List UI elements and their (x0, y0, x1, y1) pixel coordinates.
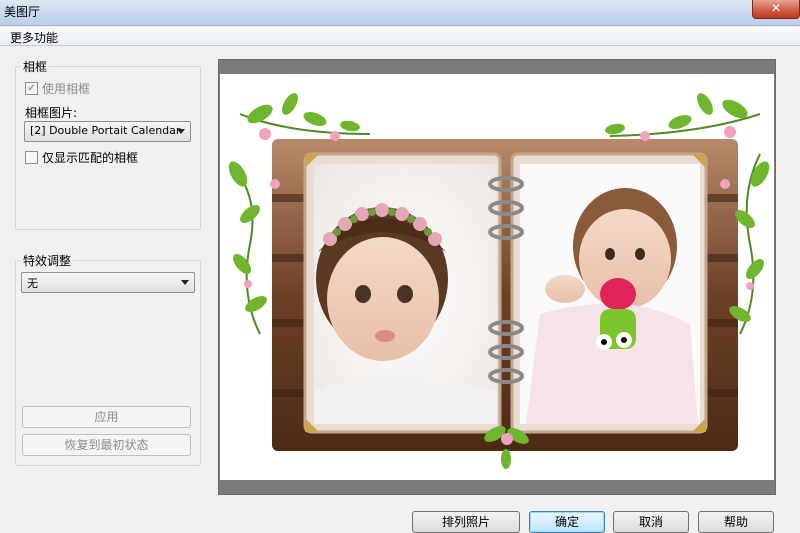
window-title: 美图厅 (4, 5, 41, 19)
effect-select[interactable]: 无 (21, 272, 195, 293)
frame-image-value: [2] Double Portait Calendar (30, 124, 181, 137)
cancel-button[interactable]: 取消 (613, 511, 689, 533)
chevron-down-icon (177, 129, 185, 134)
only-matching-checkbox[interactable] (25, 151, 38, 164)
ok-button[interactable]: 确定 (529, 511, 605, 533)
frame-image-select[interactable]: [2] Double Portait Calendar (24, 121, 191, 142)
effect-value: 无 (27, 277, 38, 290)
close-icon: ✕ (770, 1, 782, 15)
more-features-label: 更多功能 (10, 31, 59, 45)
arrange-photos-button[interactable]: 排列照片 (412, 511, 520, 533)
help-button[interactable]: 帮助 (698, 511, 774, 533)
section-bar: 更多功能 (0, 27, 800, 46)
use-frame-checkbox-row[interactable]: ✔ 使用相框 (25, 80, 90, 97)
frame-preview-image (228, 93, 770, 469)
frame-group-title: 相框 (21, 58, 50, 75)
restore-button[interactable]: 恢复到最初状态 (22, 434, 191, 456)
only-matching-label: 仅显示匹配的相框 (42, 151, 139, 165)
preview-canvas (220, 74, 774, 480)
frame-image-label: 相框图片: (25, 106, 78, 120)
use-frame-checkbox[interactable]: ✔ (25, 82, 38, 95)
use-frame-label: 使用相框 (42, 82, 91, 96)
apply-button[interactable]: 应用 (22, 406, 191, 428)
effect-group-title: 特效调整 (21, 252, 74, 269)
close-button[interactable]: ✕ (752, 0, 800, 19)
title-bar: 美图厅 ✕ (0, 0, 800, 26)
chevron-down-icon (181, 280, 189, 285)
preview-panel (218, 59, 776, 495)
only-matching-checkbox-row[interactable]: 仅显示匹配的相框 (25, 149, 138, 166)
